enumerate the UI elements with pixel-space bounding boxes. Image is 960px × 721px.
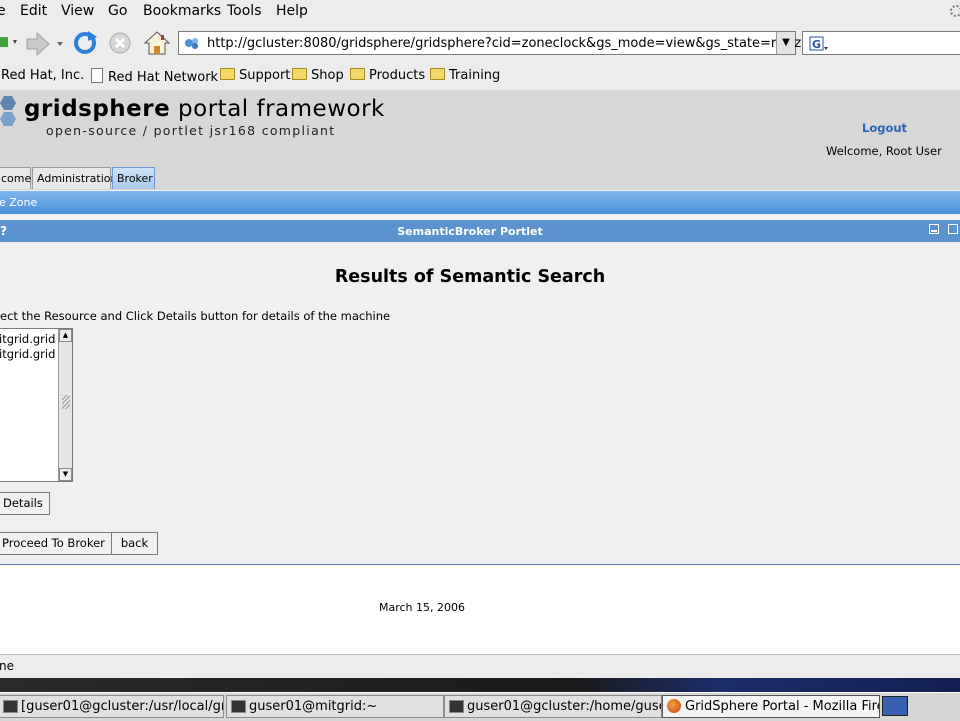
forward-icon[interactable] — [25, 31, 67, 57]
folder-icon — [292, 68, 307, 80]
menu-view[interactable]: View — [61, 3, 94, 19]
folder-icon — [430, 68, 445, 80]
resource-listbox[interactable]: itgrid.grid itgrid.grid ▲ ▼ — [0, 328, 73, 482]
url-bar[interactable]: http://gcluster:8080/gridsphere/gridsphe… — [178, 31, 821, 55]
portal-page: gridsphere portal framework open-source … — [0, 90, 960, 664]
menu-file[interactable]: e — [0, 3, 6, 19]
subtab-bar: e Zone — [0, 191, 960, 214]
gridsphere-logo-icon — [0, 96, 16, 126]
scroll-up-icon[interactable]: ▲ — [59, 329, 72, 342]
portlet-titlebar: ? SemanticBroker Portlet — [0, 220, 960, 242]
tab-broker[interactable]: Broker — [112, 167, 155, 189]
folder-icon — [350, 68, 365, 80]
listbox-scrollbar[interactable]: ▲ ▼ — [58, 329, 72, 481]
back-button[interactable]: back — [111, 532, 158, 555]
scroll-down-icon[interactable]: ▼ — [59, 468, 72, 481]
search-engine-icon[interactable]: G — [809, 36, 829, 52]
results-heading: Results of Semantic Search — [334, 267, 606, 287]
url-dropdown-icon[interactable]: ▼ — [776, 32, 795, 54]
instruction-text: ect the Resource and Click Details butto… — [0, 309, 391, 323]
taskbar-item-terminal-home[interactable]: guser01@gcluster:/home/guser01 — [444, 695, 662, 718]
taskbar-item-firefox[interactable]: GridSphere Portal - Mozilla Firefox — [662, 695, 880, 718]
home-icon[interactable] — [143, 29, 171, 57]
firefox-icon — [667, 699, 681, 713]
bookmark-redhat-inc[interactable]: Red Hat, Inc. — [1, 68, 84, 83]
logout-link[interactable]: Logout — [862, 121, 907, 135]
details-button[interactable]: Details — [0, 492, 50, 515]
footer-area: March 15, 2006 — [0, 565, 960, 655]
taskbar-item-terminal-mitgrid[interactable]: guser01@mitgrid:~ — [226, 695, 444, 718]
menu-bar: e Edit View Go Bookmarks Tools Help — [0, 0, 960, 24]
menu-bookmarks[interactable]: Bookmarks — [143, 3, 221, 19]
page-icon — [91, 68, 103, 83]
throbber-icon — [950, 5, 960, 17]
maximize-icon[interactable] — [948, 224, 958, 234]
bookmarks-toolbar: Red Hat, Inc. Red Hat Network Support Sh… — [0, 64, 960, 91]
folder-icon — [220, 68, 235, 80]
desktop-strip — [0, 678, 960, 692]
menu-tools[interactable]: Tools — [227, 3, 262, 19]
taskbar-item-terminal-gcluster[interactable]: [guser01@gcluster:/usr/local/grid — [0, 695, 224, 718]
taskbar: [guser01@gcluster:/usr/local/grid guser0… — [0, 692, 960, 721]
svg-text:G: G — [812, 38, 821, 51]
reload-icon[interactable] — [71, 29, 99, 57]
scroll-grip-icon[interactable] — [62, 395, 70, 409]
portal-logo-title: gridsphere portal framework — [24, 96, 385, 122]
list-item[interactable]: itgrid.grid — [0, 347, 55, 361]
tab-administration[interactable]: Administration — [32, 167, 118, 189]
status-bar: ne — [0, 654, 960, 679]
bookmark-products[interactable]: Products — [350, 68, 425, 83]
list-item[interactable]: itgrid.grid — [0, 332, 55, 346]
back-icon[interactable] — [0, 33, 22, 53]
welcome-text: Welcome, Root User — [826, 144, 942, 158]
search-box[interactable]: G — [802, 31, 960, 55]
minimize-icon[interactable] — [929, 224, 939, 234]
site-icon — [185, 38, 198, 49]
terminal-icon — [231, 700, 246, 713]
proceed-to-broker-button[interactable]: Proceed To Broker — [0, 532, 112, 555]
menu-go[interactable]: Go — [108, 3, 127, 19]
portlet-title: SemanticBroker Portlet — [397, 225, 543, 238]
workspace-pager-icon[interactable] — [882, 696, 908, 716]
bookmark-training[interactable]: Training — [430, 68, 500, 83]
terminal-icon — [3, 700, 18, 713]
menu-help[interactable]: Help — [276, 3, 308, 19]
menu-edit[interactable]: Edit — [20, 3, 47, 19]
status-text: ne — [0, 659, 14, 673]
portal-header: gridsphere portal framework open-source … — [0, 90, 960, 190]
subtab-zone[interactable]: e Zone — [0, 196, 37, 209]
bookmark-support[interactable]: Support — [220, 68, 290, 83]
bookmark-redhat-network[interactable]: Red Hat Network — [91, 68, 218, 85]
footer-date: March 15, 2006 — [379, 601, 466, 614]
url-text[interactable]: http://gcluster:8080/gridsphere/gridsphe… — [207, 36, 821, 51]
stop-icon[interactable] — [108, 31, 132, 55]
portal-logo-subtitle: open-source / portlet jsr168 compliant — [46, 123, 336, 138]
tab-welcome[interactable]: come — [0, 167, 31, 189]
bookmark-shop[interactable]: Shop — [292, 68, 344, 83]
terminal-icon — [449, 700, 464, 713]
